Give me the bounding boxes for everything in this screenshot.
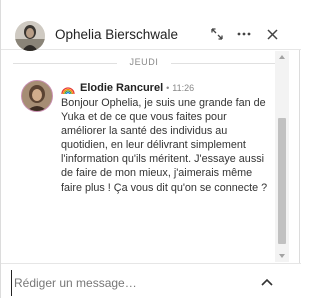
triangle-down-icon (279, 254, 285, 258)
scrollbar-thumb[interactable] (278, 118, 286, 244)
contact-name[interactable]: Ophelia Bierschwale (55, 27, 178, 42)
message-body: Bonjour Ophelia, je suis une grande fan … (61, 97, 268, 194)
divider-line (13, 63, 117, 64)
scroll-down-button[interactable] (275, 252, 289, 260)
close-button[interactable] (263, 26, 281, 42)
day-divider: JEUDI (13, 57, 275, 69)
expand-compose-button[interactable] (259, 276, 275, 288)
message-time: 11:26 (172, 83, 195, 93)
expand-icon (211, 28, 223, 40)
compose-bar (1, 263, 301, 298)
more-options-button[interactable] (235, 26, 253, 42)
close-icon (266, 28, 278, 40)
chevron-up-icon (261, 278, 273, 286)
contact-avatar[interactable] (15, 21, 45, 51)
separator-dot: • (166, 83, 170, 93)
message-input[interactable] (11, 270, 251, 296)
scroll-up-button[interactable] (275, 53, 289, 61)
divider-line (171, 63, 275, 64)
sender-name[interactable]: Elodie Rancurel (80, 82, 163, 94)
conversation-header: Ophelia Bierschwale (1, 0, 301, 51)
more-icon (237, 32, 251, 36)
day-label: JEUDI (129, 57, 159, 67)
sender-avatar[interactable] (21, 80, 53, 112)
scrollbar[interactable] (275, 51, 289, 262)
messaging-window: Ophelia Bierschwale JEUDI Elodie Rancure… (0, 0, 301, 298)
triangle-up-icon (279, 55, 285, 59)
message-list: JEUDI Elodie Rancurel • 11:26 Bonjour Op… (1, 51, 301, 262)
expand-button[interactable] (208, 26, 226, 42)
rainbow-icon (61, 82, 75, 95)
message-meta: Elodie Rancurel • 11:26 (61, 81, 194, 95)
